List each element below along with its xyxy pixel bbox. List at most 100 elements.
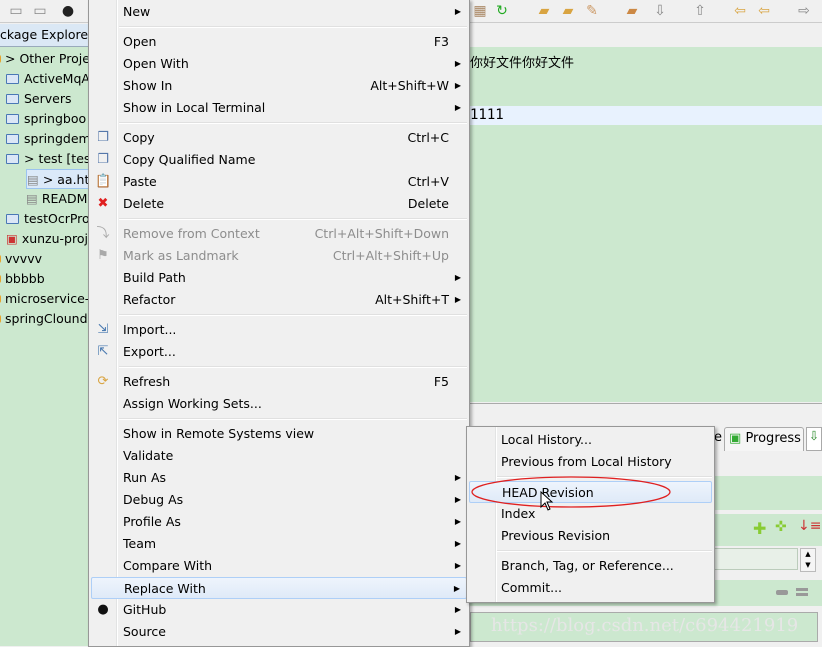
menu-item-build-path[interactable]: Build Path ▶: [91, 267, 467, 289]
tree-item[interactable]: Servers: [6, 89, 72, 109]
menu-item-source[interactable]: Source ▶: [91, 621, 467, 643]
menu-item-team[interactable]: Team ▶: [91, 533, 467, 555]
menu-item-show-in[interactable]: Show In Alt+Shift+W ▶: [91, 75, 467, 97]
menu-item-label: Source: [123, 624, 166, 639]
menu-item-shortcut: Ctrl+V: [407, 174, 449, 189]
menu-item-profile-as[interactable]: Profile As ▶: [91, 511, 467, 533]
tree-item-label: > Other Proje: [5, 51, 90, 66]
download-tab-icon[interactable]: ⇩: [806, 427, 822, 451]
menu-item-branch-tag-or-reference[interactable]: Branch, Tag, or Reference...: [469, 555, 712, 577]
open-folder-icon[interactable]: ▰: [536, 3, 552, 19]
menu-item-export[interactable]: ⇱ Export...: [91, 341, 467, 363]
tab-progress[interactable]: ▣ Progress: [724, 427, 804, 451]
tree-item[interactable]: microservice-: [0, 289, 89, 309]
back-icon[interactable]: ⇦: [756, 3, 772, 19]
menu-item-refresh[interactable]: ⟳ Refresh F5: [91, 371, 467, 393]
package-explorer-tab[interactable]: ckage Explorer: [0, 24, 88, 47]
next-annotation-icon[interactable]: ⇩: [652, 3, 668, 19]
prev-annotation-icon[interactable]: ⇧: [692, 3, 708, 19]
menu-item-import[interactable]: ⇲ Import...: [91, 319, 467, 341]
menu-item-validate[interactable]: Validate: [91, 445, 467, 467]
tree-item[interactable]: springboo: [6, 109, 86, 129]
menu-item-copy-qualified-name[interactable]: ❐ Copy Qualified Name: [91, 149, 467, 171]
menu-item-label: Show in Remote Systems view: [123, 426, 315, 441]
tree-item-label: bbbbb: [5, 271, 45, 286]
tree-item[interactable]: > test [tes: [6, 149, 90, 169]
tree-item[interactable]: vvvvv: [0, 249, 42, 269]
menu-item-label: Import...: [123, 322, 177, 337]
menu-item-label: Team: [123, 536, 157, 551]
open-task-icon[interactable]: ▰: [624, 3, 640, 19]
submenu-arrow-icon: ▶: [454, 605, 461, 614]
menu-item-mark-as-landmark[interactable]: ⚑ Mark as Landmark Ctrl+Alt+Shift+Up: [91, 245, 467, 267]
menu-separator: [119, 122, 467, 124]
menu-item-compare-with[interactable]: Compare With ▶: [91, 555, 467, 577]
menu-item-label: Delete: [123, 196, 165, 211]
menu-item-copy[interactable]: ❐ Copy Ctrl+C: [91, 127, 467, 149]
menu-item-open[interactable]: Open F3: [91, 31, 467, 53]
add-all-icon[interactable]: ✜: [775, 519, 787, 535]
sort-icon[interactable]: ↓≡: [798, 518, 821, 534]
menu-item-run-as[interactable]: Run As ▶: [91, 467, 467, 489]
menu-item-delete[interactable]: ✖ Delete Delete: [91, 193, 467, 215]
menu-item-label: Assign Working Sets...: [123, 396, 262, 411]
menu-item-shortcut: F3: [433, 34, 449, 49]
menu-item-show-in-remote-systems-view[interactable]: Show in Remote Systems view: [91, 423, 467, 445]
menu-item-debug-as[interactable]: Debug As ▶: [91, 489, 467, 511]
menu-item-commit[interactable]: Commit...: [469, 577, 712, 599]
new-class-icon[interactable]: ▦: [472, 3, 488, 19]
menu-item-shortcut: F5: [433, 374, 449, 389]
tree-item-label: springboo: [24, 111, 87, 126]
menu-item-new[interactable]: New ▶: [91, 1, 467, 23]
menu-item-paste[interactable]: 📋 Paste Ctrl+V: [91, 171, 467, 193]
submenu-arrow-icon: ▶: [454, 59, 461, 68]
menu-item-remove-from-context[interactable]: ⤵ Remove from Context Ctrl+Alt+Shift+Down: [91, 223, 467, 245]
open-type-icon[interactable]: ▰: [560, 3, 576, 19]
menu-item-local-history[interactable]: Local History...: [469, 429, 712, 451]
tree-item[interactable]: ▣ xunzu-proj: [6, 229, 88, 249]
menu-item-label: Profile As: [123, 514, 181, 529]
submenu-arrow-icon: ▶: [454, 81, 461, 90]
delete-icon: ✖: [97, 196, 109, 211]
menu-item-label: Branch, Tag, or Reference...: [501, 558, 674, 573]
tree-item[interactable]: springdem: [6, 129, 91, 149]
tree-item[interactable]: > Other Proje: [0, 49, 90, 69]
working-set-icon: [0, 315, 1, 323]
menu-item-assign-working-sets[interactable]: Assign Working Sets...: [91, 393, 467, 415]
menu-item-label: Replace With: [124, 581, 206, 596]
tab-fragment[interactable]: e: [714, 430, 722, 445]
tree-item[interactable]: ActiveMqA: [6, 69, 90, 89]
last-edit-icon[interactable]: ⇦: [732, 3, 748, 19]
import-icon: ⇲: [97, 322, 109, 337]
menu-item-replace-with[interactable]: Replace With ▶: [91, 577, 467, 599]
menu-separator: [119, 366, 467, 368]
minimize-icon[interactable]: [776, 590, 788, 595]
submenu-arrow-icon: ▶: [454, 103, 461, 112]
copy-qualified-icon: ❐: [97, 152, 109, 167]
add-icon[interactable]: ✚: [753, 519, 766, 538]
tree-item[interactable]: testOcrPro: [6, 209, 90, 229]
tree-item[interactable]: bbbbb: [0, 269, 45, 289]
menu-item-show-in-local-terminal[interactable]: Show in Local Terminal ▶: [91, 97, 467, 119]
forward-icon[interactable]: ⇨: [796, 3, 812, 19]
spinner-button[interactable]: ▲ ▼: [800, 548, 816, 572]
combo-input[interactable]: [714, 548, 798, 570]
file-icon: ▤: [26, 191, 38, 206]
menu-item-refactor[interactable]: Refactor Alt+Shift+T ▶: [91, 289, 467, 311]
save-icon[interactable]: ▭: [8, 3, 24, 19]
submenu-arrow-icon: ▶: [454, 7, 461, 16]
tree-item-label: microservice-: [5, 291, 90, 306]
tree-item[interactable]: springClound: [0, 309, 88, 329]
tree-item[interactable]: ▤ READM: [26, 189, 87, 209]
menu-item-github[interactable]: ● GitHub ▶: [91, 599, 467, 621]
user-icon[interactable]: ●: [60, 3, 76, 19]
maximize-icon[interactable]: [796, 588, 808, 596]
menu-item-previous-revision[interactable]: Previous Revision: [469, 525, 712, 547]
search-icon[interactable]: ✎: [584, 3, 600, 19]
refresh-run-icon[interactable]: ↻: [494, 3, 510, 19]
save-all-icon[interactable]: ▭: [32, 3, 48, 19]
watermark: https://blog.csdn.net/c694421919: [470, 612, 818, 642]
menu-item-open-with[interactable]: Open With ▶: [91, 53, 467, 75]
menu-item-previous-from-local-history[interactable]: Previous from Local History: [469, 451, 712, 473]
menu-item-label: Build Path: [123, 270, 186, 285]
